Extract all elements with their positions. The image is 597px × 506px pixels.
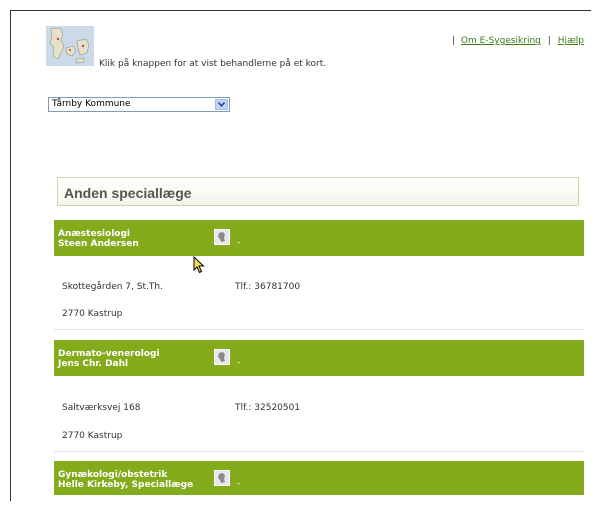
section-title: Anden speciallæge <box>64 185 192 201</box>
entry-header-bar: Anæstesiologi Steen Andersen - <box>54 220 584 256</box>
top-links: | Om E-Sygesikring | Hjælp <box>452 36 584 46</box>
link-separator: | <box>547 36 551 46</box>
help-link[interactable]: Hjælp <box>558 36 584 46</box>
map-icon <box>218 352 225 362</box>
entry-specialty: Gynækologi/obstetrik <box>58 470 168 480</box>
municipality-select-value: Tårnby Kommune <box>52 99 131 109</box>
map-pin-button[interactable] <box>214 349 230 365</box>
map-icon <box>218 473 225 483</box>
entry-phone: Tlf.: 36781700 <box>235 282 301 292</box>
map-button[interactable] <box>46 26 94 66</box>
map-pin-button[interactable] <box>214 229 230 245</box>
entry-specialty: Dermato-venerologi <box>58 349 160 359</box>
entry-city: 2770 Kastrup <box>62 309 123 319</box>
entry-dash: - <box>237 479 241 489</box>
entry-title: Anæstesiologi Steen Andersen <box>58 229 139 249</box>
entry-name: Jens Chr. Dahl <box>58 359 129 369</box>
mouse-cursor-icon <box>193 255 205 278</box>
entry-dash: - <box>237 358 241 368</box>
section-header: Anden speciallæge <box>57 177 579 206</box>
entry-name: Helle Kirkeby, Speciallæge <box>58 480 194 490</box>
divider <box>54 451 584 452</box>
map-pin-button[interactable] <box>214 470 230 486</box>
about-link[interactable]: Om E-Sygesikring <box>461 36 541 46</box>
divider <box>54 329 584 330</box>
entry-title: Gynækologi/obstetrik Helle Kirkeby, Spec… <box>58 470 193 490</box>
denmark-map-icon <box>46 26 94 66</box>
entry-header-bar: Dermato-venerologi Jens Chr. Dahl - <box>54 340 584 376</box>
entry-title: Dermato-venerologi Jens Chr. Dahl <box>58 349 160 369</box>
municipality-select[interactable]: Tårnby Kommune <box>48 97 230 112</box>
link-separator: | <box>452 36 456 46</box>
chevron-down-icon[interactable] <box>215 99 228 110</box>
map-caption: Klik på knappen for at vist behandlerne … <box>99 59 327 69</box>
map-icon <box>218 232 225 242</box>
entry-phone: Tlf.: 32520501 <box>235 403 301 413</box>
entry-specialty: Anæstesiologi <box>58 229 130 239</box>
entry-address: Saltværksvej 168 <box>62 403 141 413</box>
entry-address: Skottegården 7, St.Th. <box>62 282 163 292</box>
entry-header-bar: Gynækologi/obstetrik Helle Kirkeby, Spec… <box>54 461 584 495</box>
entry-dash: - <box>237 238 241 248</box>
entry-city: 2770 Kastrup <box>62 431 123 441</box>
entry-name: Steen Andersen <box>58 239 139 249</box>
